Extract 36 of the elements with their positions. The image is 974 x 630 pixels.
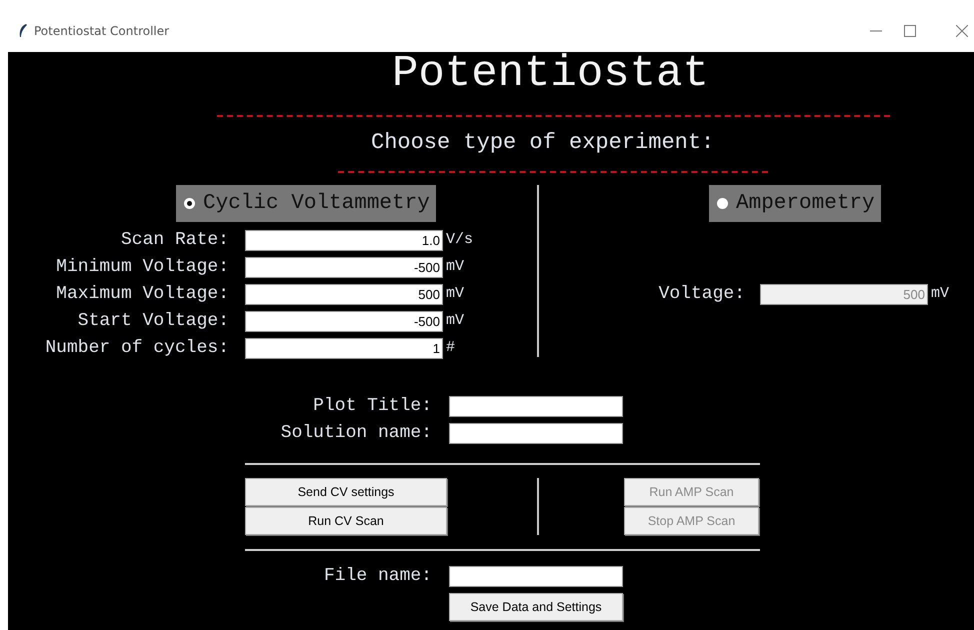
- field-label: Voltage:: [658, 283, 745, 306]
- action-button[interactable]: Send CV settings: [245, 478, 447, 506]
- field-label: Plot Title:: [312, 395, 432, 418]
- input-field[interactable]: [449, 423, 623, 444]
- window-title: Potentiostat Controller: [34, 23, 170, 40]
- unit-label: V/s: [446, 230, 474, 250]
- app-heading: Potentiostat: [391, 52, 710, 97]
- field-label: File name:: [322, 565, 432, 588]
- feather-icon: [18, 23, 28, 39]
- input-field[interactable]: 1.0: [245, 230, 443, 251]
- field-label: Solution name:: [280, 422, 432, 445]
- input-field[interactable]: -500: [245, 257, 443, 278]
- radio-icon[interactable]: [184, 198, 195, 209]
- field-label: Number of cycles:: [44, 337, 229, 360]
- radio-icon[interactable]: [717, 198, 728, 209]
- input-field[interactable]: 500: [245, 284, 443, 305]
- unit-label: mV: [446, 284, 464, 304]
- mode-radio[interactable]: Cyclic Voltammetry: [176, 185, 436, 222]
- close-icon[interactable]: [956, 25, 968, 37]
- input-field[interactable]: 1: [245, 338, 443, 359]
- maximize-icon[interactable]: [904, 25, 916, 37]
- field-label: Minimum Voltage:: [55, 256, 229, 279]
- unit-label: mV: [931, 284, 950, 304]
- section-heading: Choose type of experiment:: [370, 131, 716, 155]
- save-button[interactable]: Save Data and Settings: [449, 593, 623, 621]
- input-field[interactable]: [449, 396, 623, 417]
- mode-radio[interactable]: Amperometry: [709, 185, 881, 222]
- field-label: Scan Rate:: [120, 229, 229, 252]
- unit-label: mV: [446, 311, 464, 332]
- action-button[interactable]: Run CV Scan: [245, 507, 447, 535]
- unit-label: #: [446, 338, 456, 358]
- field-label: Start Voltage:: [76, 310, 229, 333]
- field-label: Maximum Voltage:: [55, 283, 229, 306]
- unit-label: mV: [446, 257, 464, 278]
- input-field[interactable]: [449, 566, 623, 587]
- input-field[interactable]: -500: [245, 311, 443, 332]
